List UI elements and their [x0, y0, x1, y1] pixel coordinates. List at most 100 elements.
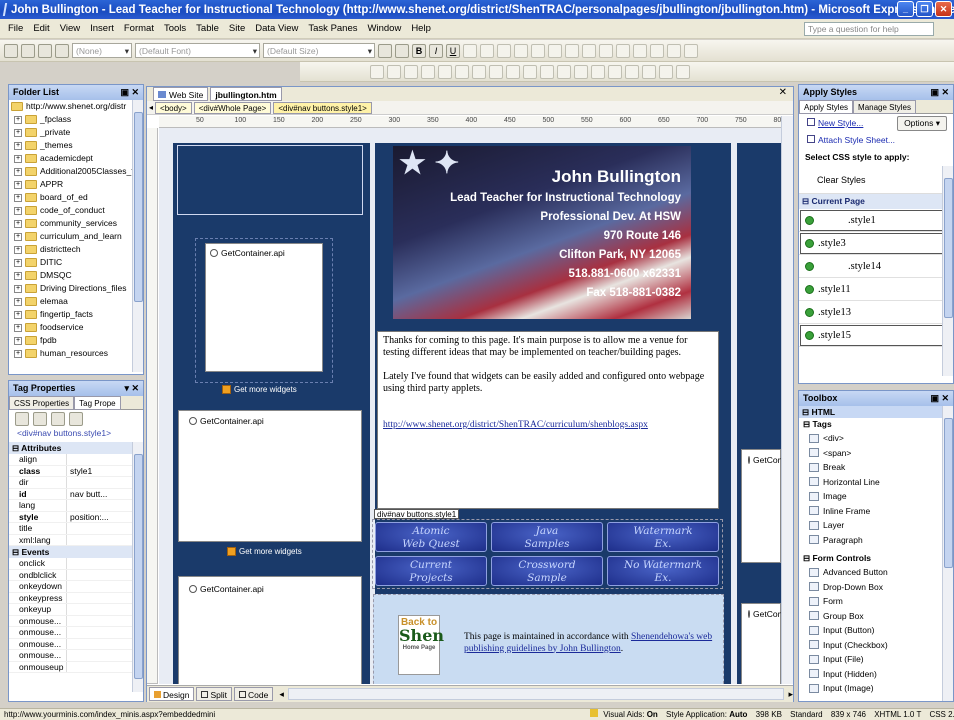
current-page-group[interactable]: ⊟ Current Page [799, 194, 953, 209]
font-color-icon[interactable] [616, 43, 630, 58]
tab-manage-styles[interactable]: Manage Styles [853, 100, 916, 114]
corner-icon[interactable] [642, 64, 656, 79]
style-app-value[interactable]: Auto [729, 710, 747, 719]
expand-icon[interactable]: + [14, 258, 22, 267]
minimize-button[interactable]: _ [897, 1, 914, 17]
expand-icon[interactable]: + [14, 206, 22, 215]
delete-cells-icon[interactable] [421, 64, 435, 79]
toolbox-form-item[interactable]: Drop-Down Box [799, 580, 953, 595]
widget-container-right-1[interactable]: GetConta [741, 449, 781, 563]
folder-item[interactable]: + foodservice [9, 321, 143, 334]
scroll-thumb[interactable] [134, 112, 143, 302]
get-more-widgets-link[interactable]: Get more widgets [222, 385, 297, 394]
folder-item[interactable]: + DMSQC [9, 269, 143, 282]
expand-icon[interactable]: + [14, 284, 22, 293]
toolbox-tag-item[interactable]: Paragraph [799, 533, 953, 548]
tab-tag-properties[interactable]: Tag Prope [74, 396, 121, 410]
folder-item[interactable]: + Additional2005Classes_fi [9, 165, 143, 178]
expand-icon[interactable]: + [14, 115, 22, 124]
draw-table-icon[interactable] [370, 64, 384, 79]
attribute-row[interactable]: xml:lang [9, 534, 143, 546]
hyperlink-icon[interactable] [684, 43, 698, 58]
cell-formatting-icon[interactable] [625, 64, 639, 79]
tag-properties-scrollbar[interactable] [132, 442, 143, 692]
distribute-rows-icon[interactable] [523, 64, 537, 79]
widget-container-3[interactable]: GetContainer.api [178, 576, 362, 684]
visual-aids-value[interactable]: On [647, 710, 658, 719]
style-item[interactable]: .style11 [799, 278, 953, 301]
undo-icon[interactable] [378, 43, 392, 58]
close-icon[interactable]: ▣ ✕ [930, 391, 949, 406]
folder-item[interactable]: + code_of_conduct [9, 204, 143, 217]
folder-item[interactable]: + board_of_ed [9, 191, 143, 204]
tab-code[interactable]: Code [234, 687, 274, 701]
folder-item[interactable]: + _private [9, 126, 143, 139]
toolbox-form-item[interactable]: Input (File) [799, 652, 953, 667]
underline-icon[interactable]: U [446, 43, 460, 58]
scroll-thumb[interactable] [944, 418, 953, 568]
menu-format[interactable]: Format [124, 23, 154, 34]
css-version[interactable]: CSS 2.1 [929, 710, 954, 719]
expand-icon[interactable]: + [14, 167, 22, 176]
borders-icon[interactable] [582, 43, 596, 58]
menu-edit[interactable]: Edit [33, 23, 49, 34]
event-row[interactable]: onkeyup [9, 604, 143, 616]
widget-container-2[interactable]: GetContainer.api [178, 410, 362, 542]
toolbox-form-item[interactable]: Advanced Button [799, 565, 953, 580]
editor-vertical-scrollbar[interactable] [781, 116, 793, 684]
highlight-icon[interactable] [599, 43, 613, 58]
toolbox-form-item[interactable]: Input (Checkbox) [799, 638, 953, 653]
expand-icon[interactable]: + [14, 323, 22, 332]
breadcrumb-whole-page[interactable]: <div#Whole Page> [193, 101, 272, 114]
toolbox-tag-item[interactable]: Horizontal Line [799, 475, 953, 490]
breadcrumb-nav-buttons[interactable]: <div#nav buttons.style1> [273, 101, 372, 114]
attribute-row[interactable]: lang [9, 500, 143, 512]
open-icon[interactable] [21, 43, 35, 58]
scroll-right-icon[interactable]: ▸ [788, 689, 793, 700]
expand-icon[interactable]: + [14, 219, 22, 228]
toolbox-form-item[interactable]: Input (Hidden) [799, 667, 953, 682]
insert-rows-icon[interactable] [387, 64, 401, 79]
html-group[interactable]: ⊟ HTML [799, 406, 953, 418]
tab-design[interactable]: Design [149, 687, 195, 701]
design-canvas[interactable]: GetContainer.api Get more widgets GetCon… [159, 128, 781, 684]
insert-columns-icon[interactable] [404, 64, 418, 79]
picture-icon[interactable] [667, 43, 681, 58]
events-group[interactable]: ⊟ Events [9, 546, 143, 558]
expand-icon[interactable]: + [14, 349, 22, 358]
attribute-row[interactable]: dir [9, 477, 143, 489]
increase-indent-icon[interactable] [565, 43, 579, 58]
folder-item[interactable]: + districttech [9, 243, 143, 256]
help-search-input[interactable]: Type a question for help [804, 22, 934, 36]
split-cells-icon[interactable] [455, 64, 469, 79]
style-item[interactable]: .style13 [799, 301, 953, 324]
pointer-icon[interactable] [676, 64, 690, 79]
doctype[interactable]: XHTML 1.0 T [874, 710, 921, 719]
folder-root[interactable]: http://www.shenet.org/distr [9, 100, 143, 113]
breadcrumb-back-icon[interactable]: ◂ [149, 103, 153, 112]
nav-button-java[interactable]: Java Samples [491, 522, 603, 552]
style-item[interactable]: .style15 [799, 324, 953, 347]
folder-item[interactable]: + Driving Directions_files [9, 282, 143, 295]
close-icon[interactable]: ▾ ✕ [124, 381, 139, 396]
tab-split[interactable]: Split [196, 687, 233, 701]
table-icon[interactable] [633, 43, 647, 58]
fill-color-icon[interactable] [574, 64, 588, 79]
tab-web-site[interactable]: Web Site [153, 87, 209, 101]
align-right-icon[interactable] [497, 43, 511, 58]
toolbox-form-item[interactable]: Group Box [799, 609, 953, 624]
expand-icon[interactable]: + [14, 310, 22, 319]
toolbox-tag-item[interactable]: Image [799, 489, 953, 504]
nav-button-crossword[interactable]: Crossword Sample [491, 556, 603, 586]
folder-item[interactable]: + DITIC [9, 256, 143, 269]
event-row[interactable]: onmouse... [9, 650, 143, 662]
menu-help[interactable]: Help [411, 23, 431, 34]
tab-apply-styles[interactable]: Apply Styles [799, 100, 854, 114]
align-bottom-icon[interactable] [506, 64, 520, 79]
toolbox-scrollbar[interactable] [942, 406, 953, 701]
expand-icon[interactable]: + [14, 180, 22, 189]
shen-logo[interactable]: Back to Shen Home Page [398, 615, 444, 675]
menu-file[interactable]: File [8, 23, 23, 34]
expand-icon[interactable]: + [14, 271, 22, 280]
folder-item[interactable]: + fingertip_facts [9, 308, 143, 321]
